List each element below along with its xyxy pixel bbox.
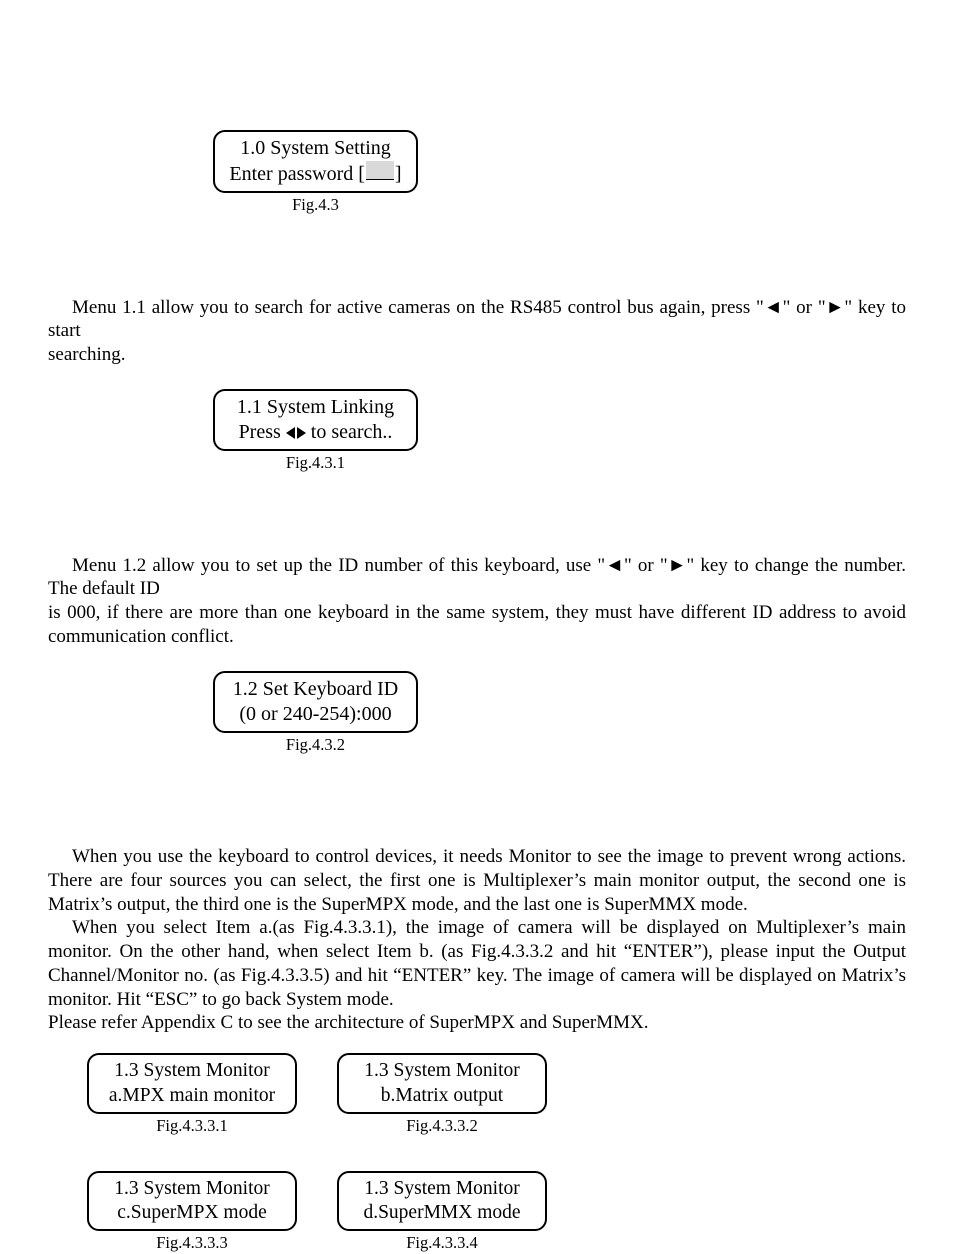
lcd-line-2: a.MPX main monitor [101,1084,283,1108]
left-right-arrow-icon [286,427,306,439]
paragraph-menu-1-1: Menu 1.1 allow you to search for active … [48,296,906,344]
figure-4-3-3-3: 1.3 System Monitor c.SuperMPX mode Fig.4… [72,1171,312,1254]
lcd-line-1: 1.3 System Monitor [351,1059,533,1083]
paragraph-menu-1-2: Menu 1.2 allow you to set up the ID numb… [48,554,906,602]
paragraph-1-3-a: When you use the keyboard to control dev… [48,845,906,916]
right-arrow-icon: ► [668,555,687,576]
lcd-line-1: 1.3 System Monitor [101,1059,283,1083]
lcd-display: 1.3 System Monitor d.SuperMMX mode [337,1171,547,1232]
lcd-line-2: Press to search.. [227,420,404,445]
figure-caption: Fig.4.3.3.3 [156,1233,228,1254]
lcd-display: 1.2 Set Keyboard ID (0 or 240-254):000 [213,671,418,733]
figure-caption: Fig.4.3.1 [213,453,418,474]
figure-4-3: 1.0 System Setting Enter password [] Fig… [48,130,906,216]
lcd-line-1: 1.2 Set Keyboard ID [227,677,404,702]
paragraph-1-3-b: When you select Item a.(as Fig.4.3.3.1),… [48,916,906,1011]
lcd-display: 1.1 System Linking Press to search.. [213,389,418,451]
paragraph-1-3-c: Please refer Appendix C to see the archi… [48,1011,906,1035]
figure-4-3-1: 1.1 System Linking Press to search.. Fig… [48,389,906,474]
figure-4-3-3-1: 1.3 System Monitor a.MPX main monitor Fi… [72,1053,312,1136]
lcd-line-2: Enter password [] [227,161,404,187]
lcd-line-1: 1.3 System Monitor [101,1177,283,1201]
paragraph-menu-1-2-cont: is 000, if there are more than one keybo… [48,601,906,649]
figure-caption: Fig.4.3 [213,195,418,216]
lcd-line-1: 1.3 System Monitor [351,1177,533,1201]
figure-4-3-2: 1.2 Set Keyboard ID (0 or 240-254):000 F… [48,671,906,756]
lcd-display: 1.3 System Monitor c.SuperMPX mode [87,1171,297,1232]
paragraph-menu-1-1-cont: searching. [48,343,906,367]
lcd-line-1: 1.1 System Linking [227,395,404,420]
figure-caption: Fig.4.3.2 [213,735,418,756]
password-field-box [366,161,394,180]
figure-caption: Fig.4.3.3.1 [156,1116,228,1137]
lcd-display: 1.3 System Monitor b.Matrix output [337,1053,547,1114]
left-arrow-icon: ◄ [605,555,624,576]
lcd-line-2: (0 or 240-254):000 [227,702,404,727]
lcd-line-2: d.SuperMMX mode [351,1201,533,1225]
lcd-display: 1.0 System Setting Enter password [] [213,130,418,193]
figure-caption: Fig.4.3.3.2 [406,1116,478,1137]
figure-4-3-3-4: 1.3 System Monitor d.SuperMMX mode Fig.4… [322,1171,562,1254]
figure-caption: Fig.4.3.3.4 [406,1233,478,1254]
figure-4-3-3-2: 1.3 System Monitor b.Matrix output Fig.4… [322,1053,562,1136]
right-arrow-icon: ► [826,297,845,318]
lcd-line-2: b.Matrix output [351,1084,533,1108]
lcd-line-1: 1.0 System Setting [227,136,404,161]
left-arrow-icon: ◄ [764,297,783,318]
figure-grid-4-3-3: 1.3 System Monitor a.MPX main monitor Fi… [72,1053,906,1254]
lcd-display: 1.3 System Monitor a.MPX main monitor [87,1053,297,1114]
lcd-line-2: c.SuperMPX mode [101,1201,283,1225]
